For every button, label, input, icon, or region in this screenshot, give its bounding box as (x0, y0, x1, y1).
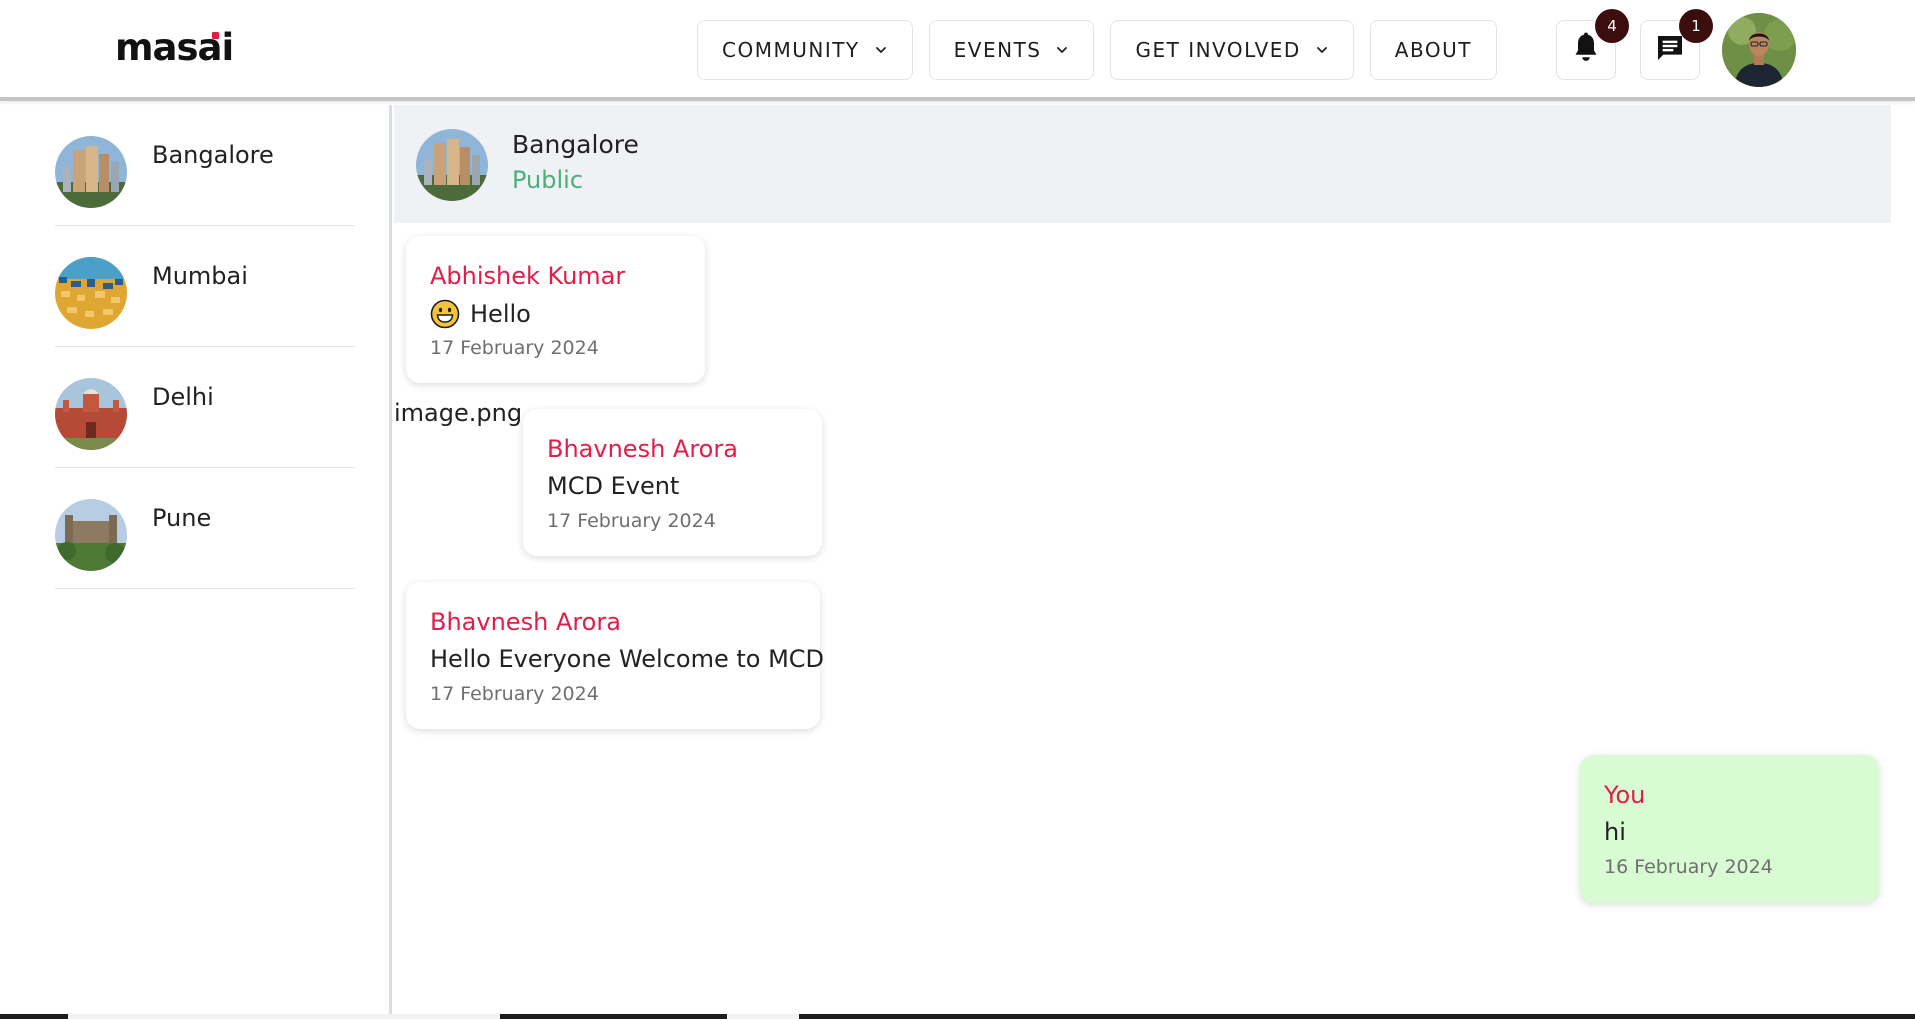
chat-visibility-label: Public (512, 166, 584, 194)
user-avatar[interactable] (1722, 13, 1796, 87)
nav-community-button[interactable]: COMMUNITY (697, 20, 913, 80)
top-navbar: masai COMMUNITY EVENTS GET INVOLVED ABOU… (0, 0, 1915, 101)
bell-icon (1571, 32, 1601, 68)
chat-list-sidebar: Bangalore Mumbai Delhi Pune (0, 105, 392, 1019)
grinning-face-icon (430, 299, 460, 329)
message-text: hi (1604, 818, 1626, 846)
city-thumbnail (55, 136, 127, 208)
notification-count-badge: 4 (1595, 9, 1629, 43)
nav-events-button[interactable]: EVENTS (928, 20, 1095, 80)
nav-events-label: EVENTS (953, 38, 1042, 62)
chevron-down-icon (1315, 43, 1329, 57)
message-bubble: Bhavnesh Arora MCD Event 17 February 202… (523, 409, 822, 556)
message-bubble: Bhavnesh Arora Hello Everyone Welcome to… (406, 582, 824, 729)
masai-logo[interactable]: masai (115, 26, 234, 69)
message-count-badge: 1 (1679, 9, 1713, 43)
attachment-filename[interactable]: image.png (394, 399, 522, 427)
message-text: MCD Event (547, 472, 680, 500)
message-date: 17 February 2024 (430, 683, 599, 705)
message-sender: You (1604, 781, 1646, 809)
message-text: Hello (470, 300, 531, 328)
chat-list-item-pune[interactable]: Pune (55, 468, 355, 589)
message-bubble: Abhishek Kumar Hello 17 February 2024 (406, 236, 705, 383)
chat-list-item-name: Pune (152, 504, 212, 532)
message-date: 17 February 2024 (547, 510, 716, 532)
chat-header: Bangalore Public (394, 105, 1891, 223)
messages-button[interactable]: 1 (1640, 9, 1713, 80)
city-thumbnail (55, 499, 127, 571)
nav-about-label: ABOUT (1394, 38, 1472, 62)
chat-list-item-name: Delhi (152, 383, 214, 411)
nav-community-label: COMMUNITY (722, 38, 860, 62)
chat-list-item-mumbai[interactable]: Mumbai (55, 226, 355, 347)
notifications-button[interactable]: 4 (1556, 9, 1629, 80)
chat-list-item-name: Mumbai (152, 262, 248, 290)
chat-list-item-name: Bangalore (152, 141, 274, 169)
message-text-row: Hello (430, 299, 531, 329)
city-thumbnail (55, 257, 127, 329)
chevron-down-icon (1055, 43, 1069, 57)
message-sender: Bhavnesh Arora (430, 608, 621, 636)
bottom-edge (0, 1014, 1915, 1019)
chat-list-item-bangalore[interactable]: Bangalore (55, 105, 355, 226)
message-date: 17 February 2024 (430, 337, 599, 359)
city-thumbnail (55, 378, 127, 450)
main-nav: COMMUNITY EVENTS GET INVOLVED ABOUT (697, 20, 1497, 80)
chat-header-thumbnail (416, 129, 488, 201)
message-sender: Abhishek Kumar (430, 262, 626, 290)
chat-list-item-delhi[interactable]: Delhi (55, 347, 355, 468)
message-sender: Bhavnesh Arora (547, 435, 738, 463)
chat-icon (1654, 32, 1686, 68)
nav-get-involved-button[interactable]: GET INVOLVED (1110, 20, 1354, 80)
chevron-down-icon (874, 43, 888, 57)
message-date: 16 February 2024 (1604, 856, 1773, 878)
nav-about-button[interactable]: ABOUT (1369, 20, 1497, 80)
message-text: Hello Everyone Welcome to MCD (430, 645, 825, 673)
nav-get-involved-label: GET INVOLVED (1135, 38, 1301, 62)
chat-header-title: Bangalore (512, 130, 639, 159)
own-message-bubble: You hi 16 February 2024 (1580, 755, 1879, 903)
